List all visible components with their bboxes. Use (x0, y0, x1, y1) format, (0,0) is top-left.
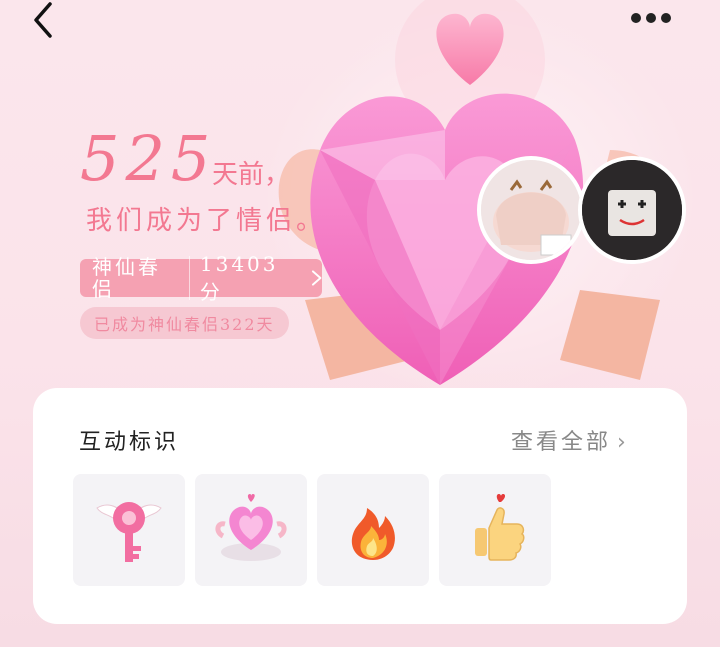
since-level-badge: 已成为神仙春侣322天 (80, 307, 289, 339)
badge-winged-key[interactable] (73, 474, 185, 586)
winged-key-icon (96, 502, 162, 562)
view-all-label: 查看全部 (511, 430, 612, 455)
masked-face-avatar-icon (582, 160, 682, 260)
back-button[interactable] (26, 2, 66, 38)
level-name: 神仙春侣 (80, 256, 190, 300)
avatar-partner-2[interactable] (578, 156, 686, 264)
fire-icon (351, 508, 395, 560)
days-number: 525 (80, 122, 217, 195)
anime-girl-avatar-icon (481, 160, 581, 260)
thumbs-up-heart-icon (475, 494, 525, 561)
view-all-link[interactable]: 查看全部 › (511, 424, 629, 456)
badge-fire[interactable] (317, 474, 429, 586)
level-score: 13403 分 (199, 251, 279, 304)
badge-list (73, 474, 551, 586)
days-suffix: 天前， (212, 160, 291, 190)
card-title: 互动标识 (79, 430, 180, 455)
couple-level-pill[interactable]: 神仙春侣 13403 分 (80, 252, 322, 304)
chevron-right-icon: › (617, 430, 629, 455)
chevron-left-icon (34, 2, 52, 38)
interaction-badges-card: 互动标识 查看全部 › (33, 388, 687, 624)
avatar-partner-1[interactable] (477, 156, 585, 264)
heart-gem-icon (215, 494, 287, 561)
badge-thumbs-up[interactable] (439, 474, 551, 586)
badge-heart-gem[interactable] (195, 474, 307, 586)
chevron-right-icon (311, 270, 322, 286)
became-couple-text: 我们成为了情侣。 (86, 206, 327, 236)
